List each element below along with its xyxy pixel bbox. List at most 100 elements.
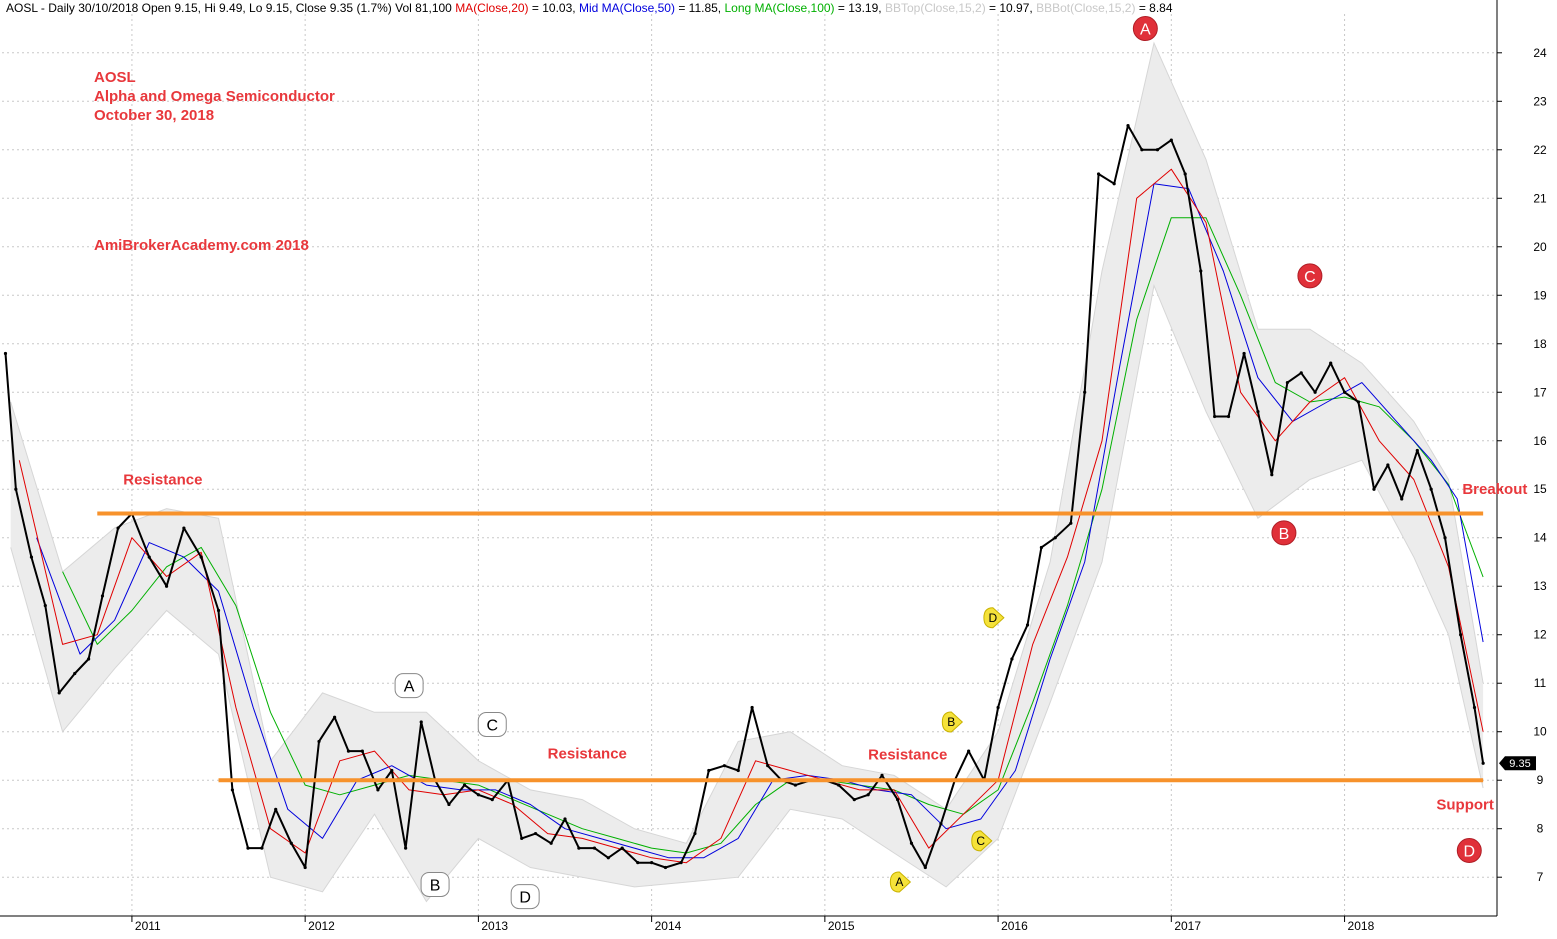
price-point bbox=[1155, 148, 1160, 152]
price-point bbox=[274, 807, 278, 811]
note-company: Alpha and Omega Semiconductor bbox=[94, 88, 335, 105]
price-point bbox=[1039, 545, 1043, 550]
price-point bbox=[1010, 657, 1014, 661]
stock-chart: 7 8 9 10 11 12 13 14 15 16 17 18 19 20 21 22 23 24 2011 201… bbox=[0, 0, 1557, 934]
symbol-line: AOSL - Daily 30/10/2018 Open 9.15, Hi 9.… bbox=[6, 1, 452, 15]
price-point bbox=[520, 836, 524, 841]
price-point bbox=[376, 788, 380, 792]
ma100-value: = 13.19, bbox=[837, 1, 882, 15]
x-tick-label: 2014 bbox=[655, 919, 682, 933]
price-point bbox=[1083, 390, 1087, 394]
price-point bbox=[663, 865, 668, 870]
price-point bbox=[100, 594, 105, 598]
chart-notes: AOSL Alpha and Omega Semiconductor Octob… bbox=[94, 68, 335, 125]
price-point bbox=[707, 768, 711, 773]
price-point bbox=[1242, 351, 1246, 356]
price-point bbox=[1472, 705, 1477, 710]
price-point bbox=[1069, 521, 1073, 525]
price-point bbox=[1140, 148, 1144, 152]
ma50-value: = 11.85, bbox=[678, 1, 722, 15]
price-point bbox=[419, 720, 423, 724]
note-date: October 30, 2018 bbox=[94, 107, 215, 124]
price-point bbox=[722, 764, 726, 768]
x-tick-label: 2013 bbox=[481, 919, 508, 933]
price-point bbox=[736, 768, 740, 773]
price-point bbox=[1025, 623, 1030, 627]
price-point bbox=[650, 861, 654, 865]
price-point bbox=[303, 865, 307, 870]
price-point bbox=[1183, 172, 1187, 176]
last-price-label: 9.35 bbox=[1509, 758, 1530, 770]
price-point bbox=[14, 487, 18, 491]
price-point bbox=[57, 691, 61, 695]
annotation-label: Breakout bbox=[1462, 481, 1527, 498]
y-tick-label: 18 bbox=[1533, 337, 1547, 351]
price-point bbox=[490, 798, 494, 802]
price-point bbox=[462, 783, 467, 787]
y-tick-label: 8 bbox=[1537, 822, 1544, 836]
price-point bbox=[896, 798, 900, 802]
price-point bbox=[967, 749, 971, 753]
price-point bbox=[3, 351, 8, 356]
price-point bbox=[346, 749, 351, 753]
wave-marker-label: B bbox=[1279, 526, 1290, 543]
y-tick-label: 23 bbox=[1533, 94, 1547, 108]
price-point bbox=[533, 831, 538, 836]
price-point bbox=[1356, 400, 1361, 404]
y-tick-label: 24 bbox=[1533, 46, 1547, 60]
bbtop-value: = 10.97, bbox=[989, 1, 1033, 15]
price-point bbox=[29, 555, 34, 559]
price-point bbox=[1096, 172, 1101, 176]
price-point bbox=[476, 793, 480, 797]
price-point bbox=[164, 584, 169, 588]
price-point bbox=[549, 841, 553, 845]
price-point bbox=[404, 846, 408, 850]
price-point bbox=[606, 856, 610, 860]
price-point bbox=[577, 846, 581, 850]
price-point bbox=[1386, 463, 1390, 467]
wave-marker-label: D bbox=[519, 890, 531, 907]
price-point bbox=[447, 802, 451, 807]
x-tick-label: 2011 bbox=[135, 919, 161, 933]
price-point bbox=[116, 526, 120, 530]
ma100-label: Long MA(Close,100) bbox=[724, 1, 835, 15]
ma20-label: MA(Close,20) bbox=[455, 1, 529, 15]
price-point bbox=[43, 604, 47, 608]
annotation-label: Resistance bbox=[123, 471, 202, 488]
price-point bbox=[880, 773, 884, 777]
price-point bbox=[1256, 410, 1260, 414]
wave-marker-label: D bbox=[1464, 844, 1476, 861]
y-tick-label: 13 bbox=[1533, 579, 1547, 593]
price-point bbox=[1199, 269, 1203, 273]
price-point bbox=[1213, 414, 1217, 419]
wave-marker-label: A bbox=[1140, 22, 1151, 39]
price-point bbox=[1429, 487, 1433, 491]
wave-marker-label: B bbox=[430, 877, 441, 894]
wave-marker-label: D bbox=[989, 611, 998, 625]
chart-header: AOSL - Daily 30/10/2018 Open 9.15, Hi 9.… bbox=[6, 1, 1173, 15]
wave-marker-label: A bbox=[895, 875, 903, 889]
y-tick-label: 22 bbox=[1533, 143, 1547, 157]
price-point bbox=[909, 841, 914, 845]
price-point bbox=[1226, 414, 1231, 419]
price-point bbox=[1372, 487, 1376, 491]
y-tick-label: 12 bbox=[1533, 628, 1547, 642]
price-point bbox=[333, 715, 337, 719]
price-point bbox=[1126, 123, 1130, 128]
price-point bbox=[923, 865, 927, 870]
price-point bbox=[1270, 473, 1274, 477]
annotation-label: Resistance bbox=[548, 745, 627, 762]
wave-marker-label: C bbox=[486, 717, 498, 734]
price-point bbox=[246, 846, 250, 850]
price-point bbox=[996, 705, 1000, 710]
y-tick-label: 14 bbox=[1533, 531, 1547, 545]
price-point bbox=[230, 788, 234, 792]
price-point bbox=[1299, 371, 1303, 375]
y-tick-label: 17 bbox=[1533, 385, 1547, 399]
price-point bbox=[1443, 536, 1447, 540]
price-point bbox=[939, 822, 943, 826]
price-point bbox=[1285, 380, 1289, 385]
wave-marker-label: C bbox=[1304, 269, 1316, 286]
price-point bbox=[620, 846, 624, 850]
price-point bbox=[1313, 390, 1317, 394]
